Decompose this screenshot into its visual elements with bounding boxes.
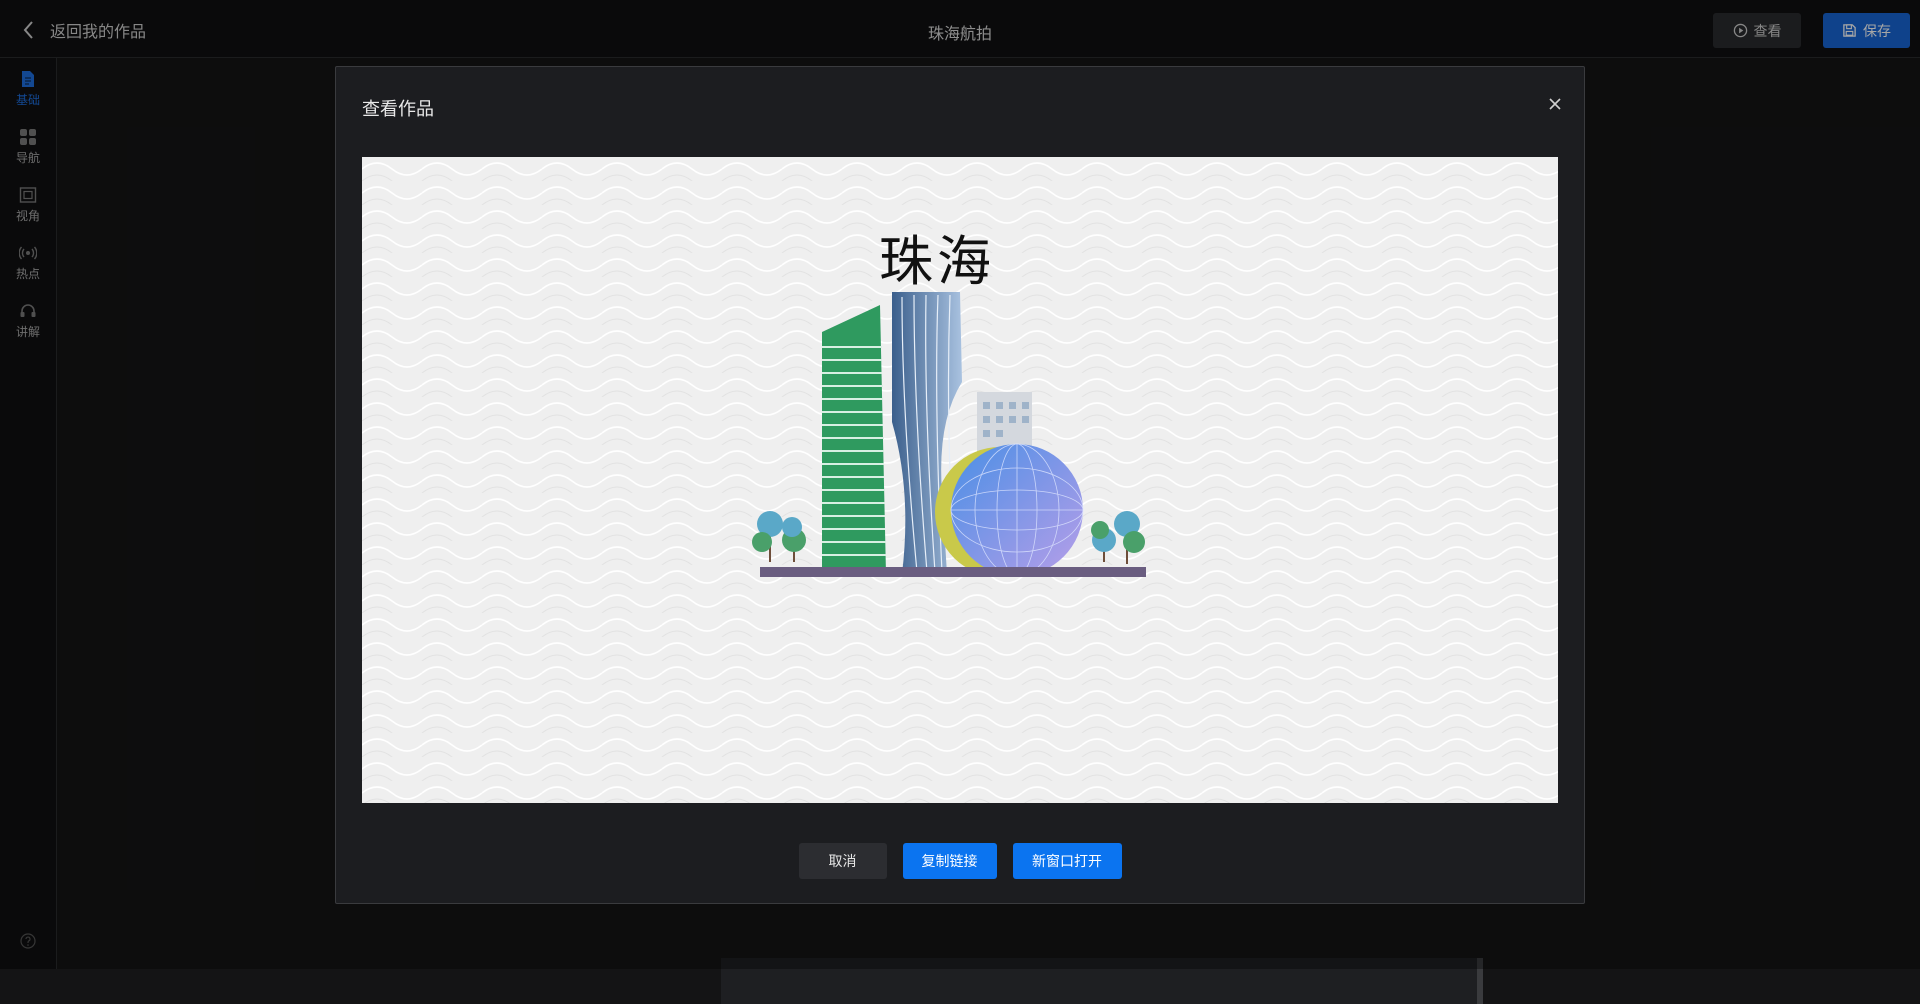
city-illustration bbox=[752, 292, 1146, 577]
close-icon[interactable] bbox=[1548, 97, 1562, 111]
copy-link-button[interactable]: 复制链接 bbox=[902, 843, 997, 879]
cancel-button[interactable]: 取消 bbox=[798, 843, 887, 879]
open-new-window-button[interactable]: 新窗口打开 bbox=[1012, 843, 1122, 879]
preview-image: 珠海 bbox=[362, 157, 1558, 803]
preview-title: 珠海 bbox=[879, 230, 995, 293]
dialog-title: 查看作品 bbox=[362, 99, 434, 120]
dialog-footer: 取消 复制链接 新窗口打开 bbox=[336, 843, 1584, 879]
view-work-dialog: 查看作品 珠海 取消 复制链接 新窗口打开 bbox=[335, 66, 1585, 904]
